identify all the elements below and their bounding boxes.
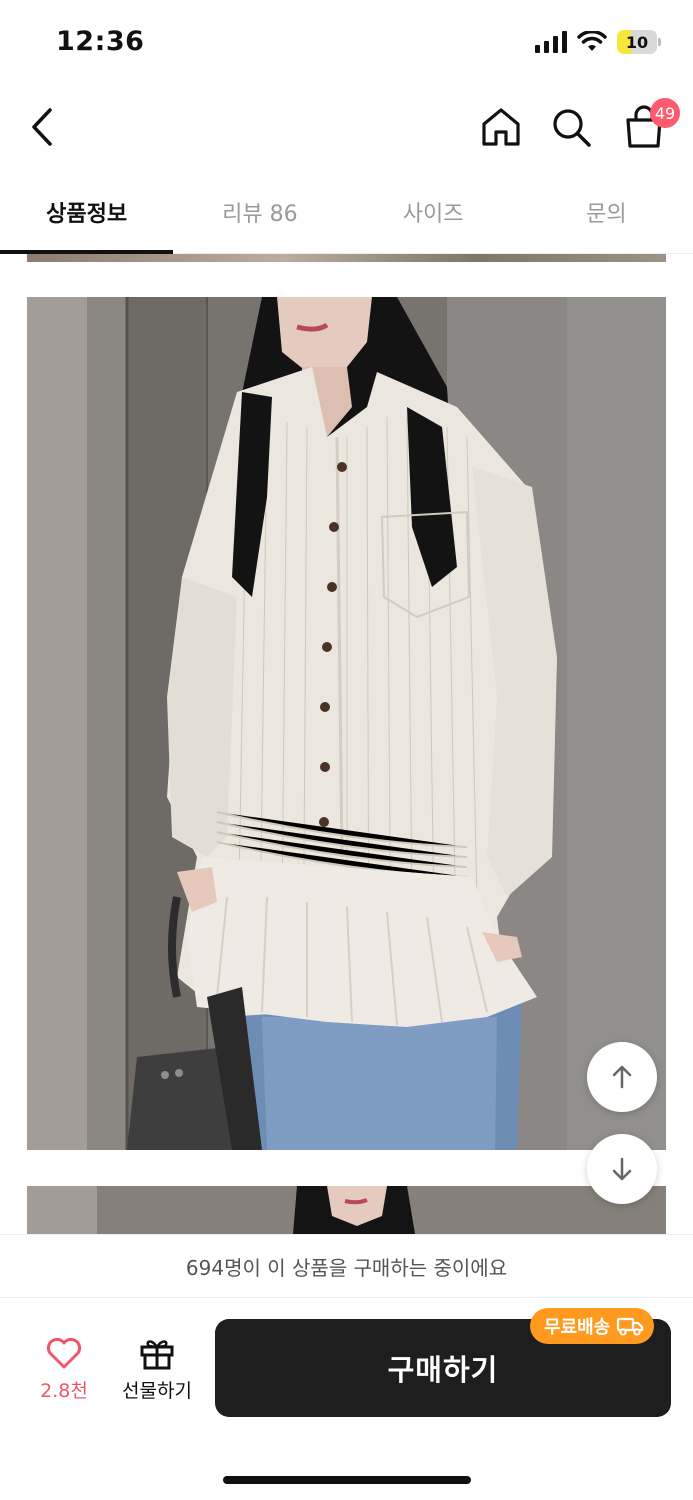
- tab-size[interactable]: 사이즈: [347, 170, 520, 253]
- search-button[interactable]: [548, 102, 594, 152]
- gift-label: 선물하기: [122, 1380, 192, 1402]
- arrow-down-icon: [612, 1157, 632, 1181]
- bottom-action-bar: 2.8천 선물하기 구매하기 무료배송: [0, 1298, 693, 1500]
- purchase-activity-notice: 694명이 이 상품을 구매하는 중이에요: [0, 1234, 693, 1298]
- free-shipping-badge: 무료배송: [530, 1308, 655, 1344]
- product-photo: [27, 297, 666, 1150]
- battery-level: 10: [625, 32, 649, 52]
- like-button[interactable]: 2.8천: [28, 1338, 100, 1408]
- tab-inquiry[interactable]: 문의: [520, 170, 693, 253]
- status-bar: 12:36 10: [0, 0, 693, 88]
- tab-reviews[interactable]: 리뷰 86: [173, 170, 346, 253]
- gift-icon: [140, 1340, 174, 1370]
- gift-button[interactable]: 선물하기: [116, 1336, 198, 1408]
- wifi-icon: [577, 31, 607, 51]
- truck-icon: [617, 1317, 644, 1336]
- scroll-down-button[interactable]: [587, 1134, 657, 1204]
- previous-product-image: [27, 254, 666, 262]
- scroll-up-button[interactable]: [587, 1042, 657, 1112]
- like-count: 2.8천: [40, 1380, 88, 1402]
- tab-product-info[interactable]: 상품정보: [0, 170, 174, 254]
- home-indicator: [223, 1476, 471, 1484]
- next-product-image: [27, 1186, 666, 1234]
- back-icon: [32, 108, 52, 146]
- search-icon: [553, 109, 591, 147]
- status-time: 12:36: [56, 26, 145, 57]
- free-shipping-label: 무료배송: [544, 1317, 611, 1338]
- signal-icon: [535, 31, 567, 53]
- home-button[interactable]: [478, 102, 524, 152]
- home-icon: [482, 108, 520, 146]
- cart-count-badge: 49: [650, 98, 680, 128]
- nav-bar: [0, 88, 693, 168]
- product-tabs: 상품정보 리뷰 86 사이즈 문의: [0, 170, 693, 254]
- back-button[interactable]: [22, 102, 66, 152]
- battery-indicator: 10: [617, 30, 661, 54]
- arrow-up-icon: [612, 1065, 632, 1089]
- heart-icon: [46, 1338, 82, 1369]
- product-image: [27, 297, 666, 1150]
- status-indicators: 10: [535, 30, 661, 54]
